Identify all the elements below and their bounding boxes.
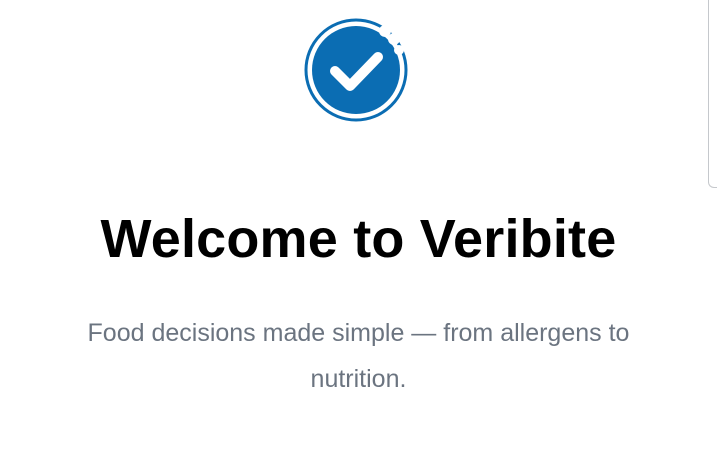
- welcome-subtitle: Food decisions made simple — from allerg…: [87, 319, 630, 393]
- welcome-screen: Welcome to Veribite Food decisions made …: [0, 0, 717, 453]
- welcome-title: Welcome to Veribite: [100, 209, 617, 269]
- scrollbar-edge: [708, 0, 717, 188]
- bitten-check-badge-icon: [304, 18, 408, 122]
- veribite-logo: [302, 16, 410, 124]
